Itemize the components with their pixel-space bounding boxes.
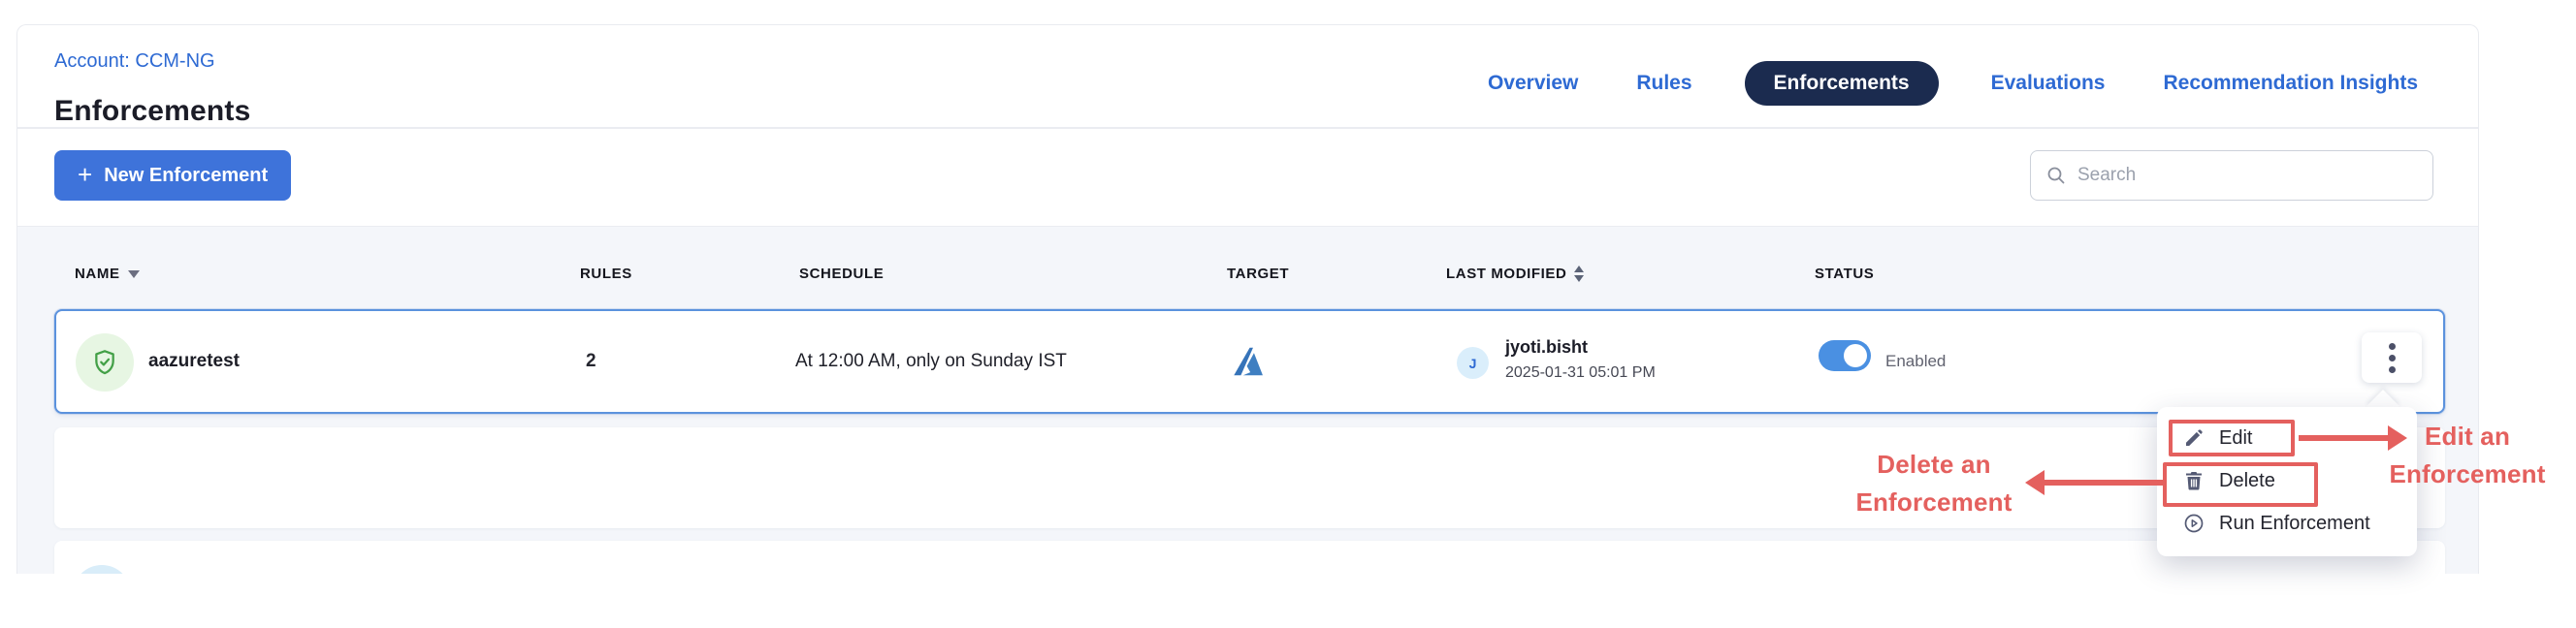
search-icon bbox=[2045, 164, 2068, 187]
enforcement-type-badge bbox=[76, 333, 134, 392]
sort-icon bbox=[1574, 266, 1584, 282]
status-toggle[interactable] bbox=[1819, 340, 1871, 371]
menu-item-run-enforcement[interactable]: Run Enforcement bbox=[2157, 502, 2417, 545]
delete-highlight-box bbox=[2163, 462, 2318, 507]
breadcrumb-account[interactable]: Account: CCM-NG bbox=[54, 50, 215, 73]
play-circle-icon bbox=[2182, 512, 2206, 535]
avatar: J bbox=[1457, 347, 1489, 379]
shield-check-icon bbox=[89, 347, 120, 378]
tab-overview[interactable]: Overview bbox=[1482, 72, 1584, 95]
main-card: Account: CCM-NG Enforcements Overview Ru… bbox=[16, 24, 2479, 574]
tab-enforcements[interactable]: Enforcements bbox=[1745, 61, 1939, 106]
search-input[interactable] bbox=[2077, 165, 2419, 186]
more-options-icon bbox=[2389, 343, 2396, 350]
column-header-last-modified[interactable]: LAST MODIFIED bbox=[1446, 266, 1584, 282]
column-header-schedule: SCHEDULE bbox=[799, 266, 884, 282]
toggle-knob bbox=[1844, 344, 1867, 367]
delete-annotation-label: Delete an Enforcement bbox=[1839, 446, 2029, 521]
row-options-button[interactable] bbox=[2362, 332, 2422, 383]
column-header-status: STATUS bbox=[1815, 266, 1874, 282]
column-header-target: TARGET bbox=[1227, 266, 1289, 282]
table-row[interactable] bbox=[54, 427, 2445, 528]
tab-recommendation-insights[interactable]: Recommendation Insights bbox=[2157, 72, 2424, 95]
schedule-text: At 12:00 AM, only on Sunday IST bbox=[795, 311, 1067, 412]
target-cell bbox=[1230, 343, 1267, 380]
edit-highlight-box bbox=[2169, 420, 2295, 456]
edit-annotation-label: Edit an Enforcement bbox=[2372, 418, 2562, 493]
table-row-aazuretest[interactable]: aazuretest 2 At 12:00 AM, only on Sunday… bbox=[54, 309, 2445, 414]
page-title: Enforcements bbox=[54, 95, 250, 128]
sort-desc-icon bbox=[128, 270, 140, 278]
table-row[interactable] bbox=[54, 541, 2445, 574]
header-divider bbox=[17, 127, 2479, 129]
tab-rules[interactable]: Rules bbox=[1630, 72, 1697, 95]
new-enforcement-label: New Enforcement bbox=[104, 165, 268, 187]
plus-icon: + bbox=[78, 162, 92, 187]
enforcement-type-badge bbox=[73, 565, 131, 574]
new-enforcement-button[interactable]: + New Enforcement bbox=[54, 150, 291, 201]
delete-annotation-arrow bbox=[2045, 480, 2163, 486]
search-box bbox=[2030, 150, 2433, 201]
azure-icon bbox=[1230, 343, 1267, 380]
enforcements-page: Account: CCM-NG Enforcements Overview Ru… bbox=[0, 0, 2576, 628]
rules-count: 2 bbox=[586, 311, 596, 412]
status-label: Enabled bbox=[1885, 311, 1946, 412]
column-header-name[interactable]: NAME bbox=[75, 266, 140, 282]
tab-evaluations[interactable]: Evaluations bbox=[1985, 72, 2111, 95]
last-modified-timestamp: 2025-01-31 05:01 PM bbox=[1505, 364, 1656, 382]
column-header-rules: RULES bbox=[580, 266, 632, 282]
enforcements-table: NAME RULES SCHEDULE TARGET LAST MODIFIED… bbox=[17, 227, 2479, 574]
last-modified-user: jyoti.bisht bbox=[1505, 337, 1588, 358]
top-nav-tabs: Overview Rules Enforcements Evaluations … bbox=[1482, 61, 2424, 106]
enforcement-name: aazuretest bbox=[148, 311, 240, 412]
